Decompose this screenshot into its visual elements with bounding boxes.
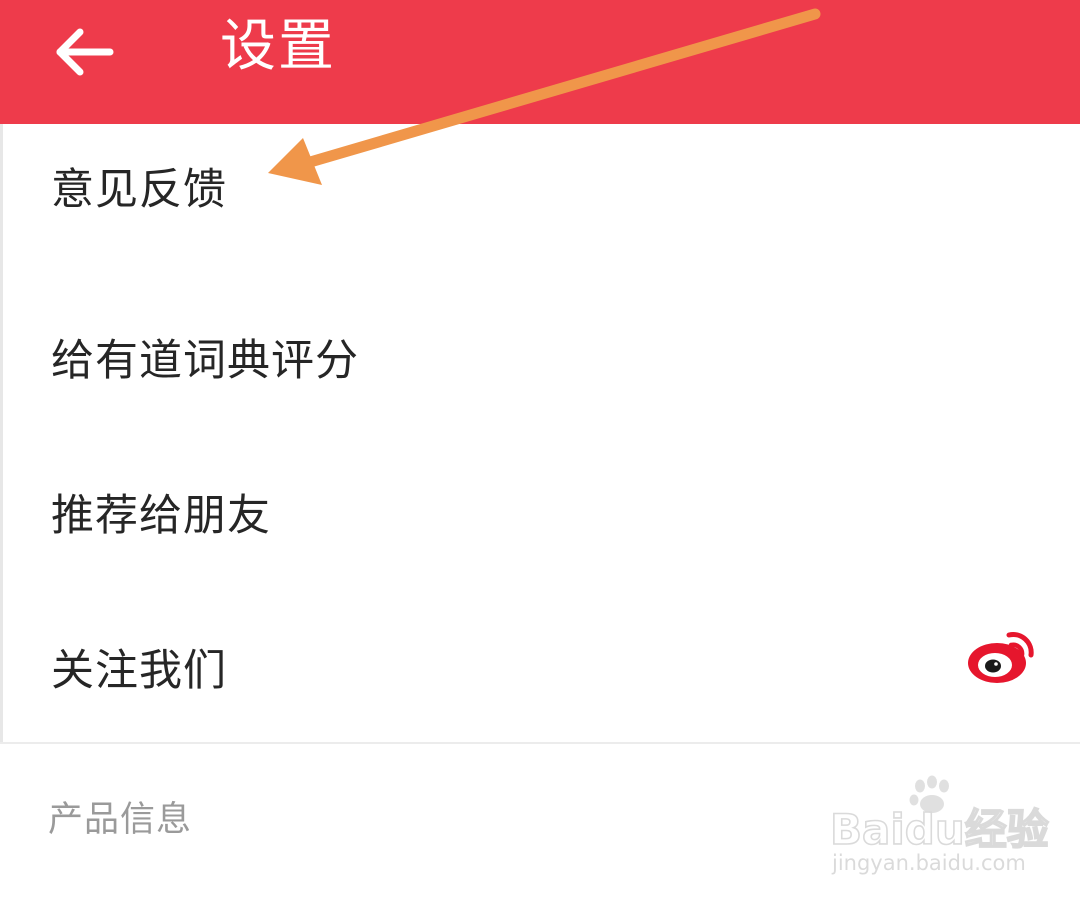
section-header-product-info: 产品信息 xyxy=(48,800,193,840)
settings-item-label: 推荐给朋友 xyxy=(51,490,271,541)
baidu-jingyan-watermark: Baidu经验 jingyan.baidu.com xyxy=(826,770,1056,880)
settings-item-recommend[interactable]: 推荐给朋友 xyxy=(3,434,1080,589)
settings-item-label: 意见反馈 xyxy=(51,164,227,215)
app-bar: 设置 xyxy=(0,0,1080,124)
back-button[interactable] xyxy=(40,10,132,80)
svg-text:Baidu经验: Baidu经验 xyxy=(830,805,1049,854)
weibo-icon[interactable] xyxy=(965,625,1041,687)
settings-item-feedback[interactable]: 意见反馈 xyxy=(3,124,1080,279)
settings-item-label: 关注我们 xyxy=(51,645,227,696)
settings-item-rate[interactable]: 给有道词典评分 xyxy=(3,279,1080,434)
settings-list: 意见反馈 给有道词典评分 推荐给朋友 关注我们 xyxy=(0,124,1080,744)
settings-item-label: 给有道词典评分 xyxy=(51,335,359,386)
svg-text:jingyan.baidu.com: jingyan.baidu.com xyxy=(831,851,1026,875)
section-divider xyxy=(0,742,1080,744)
page-title: 设置 xyxy=(220,14,336,79)
arrow-left-icon xyxy=(56,28,114,76)
settings-item-follow-us[interactable]: 关注我们 xyxy=(3,589,1080,744)
